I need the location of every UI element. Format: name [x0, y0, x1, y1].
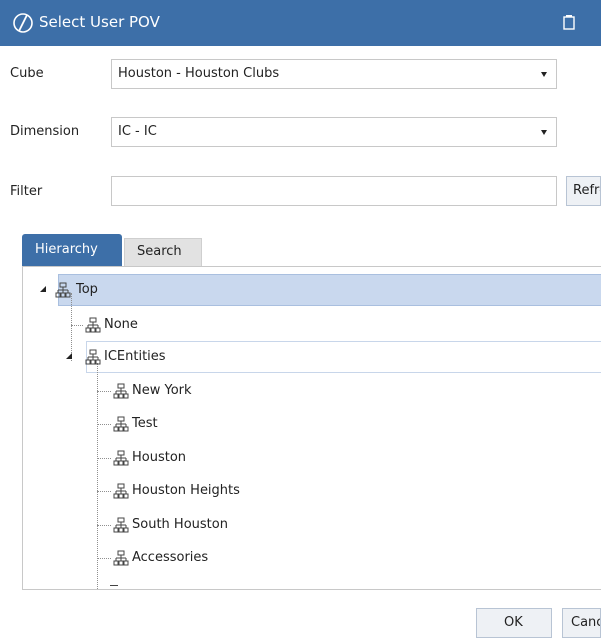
collapse-arrow-icon[interactable] [40, 286, 46, 292]
tree-node-none[interactable]: None [104, 317, 138, 332]
hierarchy-node-icon [113, 550, 129, 566]
tree-node-south-houston[interactable]: South Houston [132, 517, 228, 532]
filter-input[interactable] [111, 176, 557, 206]
tree-connector [97, 391, 111, 392]
cube-value: Houston - Houston Clubs [118, 66, 280, 81]
tree-row-selected[interactable] [58, 274, 601, 306]
tab-search[interactable]: Search [124, 238, 202, 266]
tree-node-accessories[interactable]: Accessories [132, 550, 208, 565]
collapse-arrow-icon[interactable] [66, 353, 72, 359]
cancel-button[interactable]: Cancel [562, 608, 601, 638]
hierarchy-node-icon [113, 383, 129, 399]
refresh-button-label: Refresh [573, 183, 600, 198]
tree-connector [110, 585, 118, 586]
tree-connector [97, 424, 111, 425]
cube-dropdown[interactable]: Houston - Houston Clubs [111, 59, 557, 89]
tree-node-houston-heights[interactable]: Houston Heights [132, 483, 240, 498]
tab-hierarchy-label: Hierarchy [35, 242, 98, 257]
onestream-logo-icon [13, 13, 33, 33]
tree-connector [97, 491, 111, 492]
tree-node-houston[interactable]: Houston [132, 450, 186, 465]
chevron-down-icon [541, 72, 547, 77]
hierarchy-node-icon [85, 317, 101, 333]
hierarchy-node-icon [113, 450, 129, 466]
tree-node-icentities[interactable]: ICEntities [104, 349, 166, 364]
tree-connector [97, 558, 111, 559]
tree-connector [97, 525, 111, 526]
cancel-button-label: Cancel [571, 615, 600, 630]
tree-connector [71, 293, 72, 361]
ok-button[interactable]: OK [476, 608, 552, 638]
hierarchy-tree[interactable]: Top None ICEntities New York Test Housto… [22, 266, 601, 590]
dimension-dropdown[interactable]: IC - IC [111, 117, 557, 147]
tree-connector [97, 363, 98, 589]
dimension-label: Dimension [10, 124, 80, 139]
cube-label: Cube [10, 66, 44, 81]
tab-search-label: Search [137, 244, 182, 259]
refresh-button[interactable]: Refresh [566, 176, 601, 206]
ok-button-label: OK [504, 615, 523, 630]
hierarchy-node-icon [113, 416, 129, 432]
title-bar: Select User POV [0, 0, 601, 46]
tree-node-top[interactable]: Top [76, 282, 98, 297]
tree-node-test[interactable]: Test [132, 416, 158, 431]
window-title: Select User POV [39, 13, 160, 31]
hierarchy-node-icon [85, 349, 101, 365]
dimension-value: IC - IC [118, 124, 157, 139]
hierarchy-node-icon [113, 517, 129, 533]
hierarchy-node-icon [55, 282, 71, 298]
tree-connector [71, 325, 83, 326]
chevron-down-icon [541, 130, 547, 135]
filter-label: Filter [10, 184, 43, 199]
hierarchy-node-icon [113, 483, 129, 499]
tab-hierarchy[interactable]: Hierarchy [22, 234, 122, 266]
tree-connector [97, 458, 111, 459]
restore-window-icon[interactable] [563, 14, 575, 30]
tree-node-new-york[interactable]: New York [132, 383, 192, 398]
